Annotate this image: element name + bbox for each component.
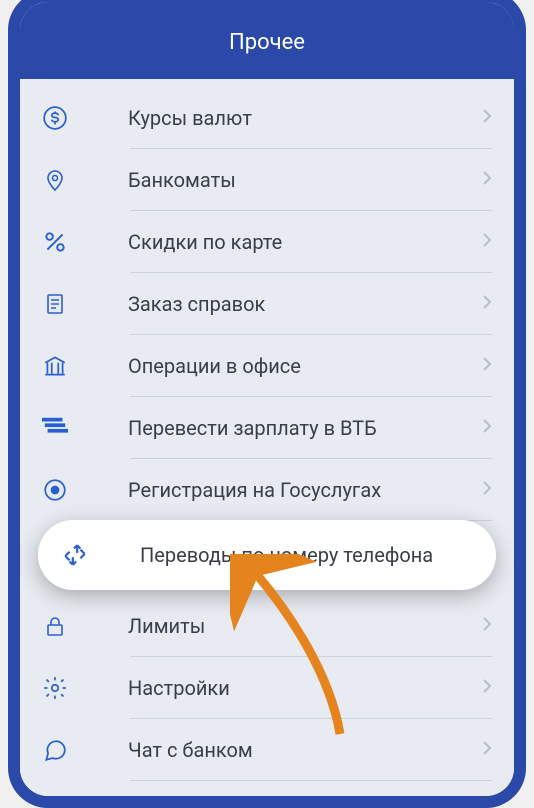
- chevron-right-icon: [482, 356, 492, 376]
- menu-item-phone-transfers[interactable]: Переводы по номеру телефона: [38, 520, 496, 590]
- menu-item-office-operations[interactable]: Операции в офисе: [20, 335, 514, 397]
- chevron-right-icon: [482, 108, 492, 128]
- menu-item-label: Перевести зарплату в ВТБ: [128, 416, 482, 440]
- menu-item-atms[interactable]: Банкоматы: [20, 149, 514, 211]
- menu-item-discounts[interactable]: Скидки по карте: [20, 211, 514, 273]
- chevron-right-icon: [482, 294, 492, 314]
- location-pin-icon: [42, 167, 68, 193]
- menu-item-currency-rates[interactable]: Курсы валют: [20, 87, 514, 149]
- screen-header: Прочее: [20, 2, 514, 79]
- menu-item-label: Скидки по карте: [128, 230, 482, 254]
- chevron-right-icon: [482, 678, 492, 698]
- chevron-right-icon: [482, 418, 492, 438]
- screen-title: Прочее: [229, 30, 305, 55]
- gear-icon: [42, 675, 68, 701]
- menu-item-label: Заказ справок: [128, 292, 482, 316]
- chevron-right-icon: [482, 802, 492, 808]
- card-stack-icon: [42, 415, 68, 441]
- chevron-right-icon: [482, 232, 492, 252]
- menu-item-chat[interactable]: Чат с банком: [20, 719, 514, 781]
- menu-item-documents-order[interactable]: Заказ справок: [20, 273, 514, 335]
- chevron-right-icon: [482, 170, 492, 190]
- chevron-right-icon: [482, 480, 492, 500]
- menu-item-label: Банкоматы: [128, 168, 482, 192]
- menu-item-settings[interactable]: Настройки: [20, 657, 514, 719]
- menu-item-label: Регистрация на Госуслугах: [128, 478, 482, 502]
- dollar-circle-icon: [42, 105, 68, 131]
- chevron-right-icon: [482, 740, 492, 760]
- chat-bubble-icon: [42, 737, 68, 763]
- menu-item-label: Операции в офисе: [128, 354, 482, 378]
- menu-item-call-bank[interactable]: Позвонить в банк: [20, 781, 514, 808]
- menu-item-label: Позвонить в банк: [128, 800, 482, 808]
- percent-icon: [42, 229, 68, 255]
- menu-item-label: Переводы по номеру телефона: [140, 543, 472, 567]
- menu-item-label: Настройки: [128, 676, 482, 700]
- bank-building-icon: [42, 353, 68, 379]
- phone-frame: Прочее Курсы валют: [8, 0, 526, 808]
- lock-icon: [42, 613, 68, 639]
- menu-item-label: Чат с банком: [128, 738, 482, 762]
- menu-item-gosuslugi[interactable]: Регистрация на Госуслугах: [20, 459, 514, 521]
- phone-call-icon: [42, 799, 68, 808]
- menu-item-label: Лимиты: [128, 614, 482, 638]
- menu-item-salary-transfer[interactable]: Перевести зарплату в ВТБ: [20, 397, 514, 459]
- document-icon: [42, 291, 68, 317]
- menu-item-limits[interactable]: Лимиты: [20, 595, 514, 657]
- badge-icon: [42, 477, 68, 503]
- menu-item-label: Курсы валют: [128, 106, 482, 130]
- menu-list: Курсы валют Банкоматы: [20, 79, 514, 808]
- transfer-arrows-icon: [62, 542, 88, 568]
- chevron-right-icon: [482, 616, 492, 636]
